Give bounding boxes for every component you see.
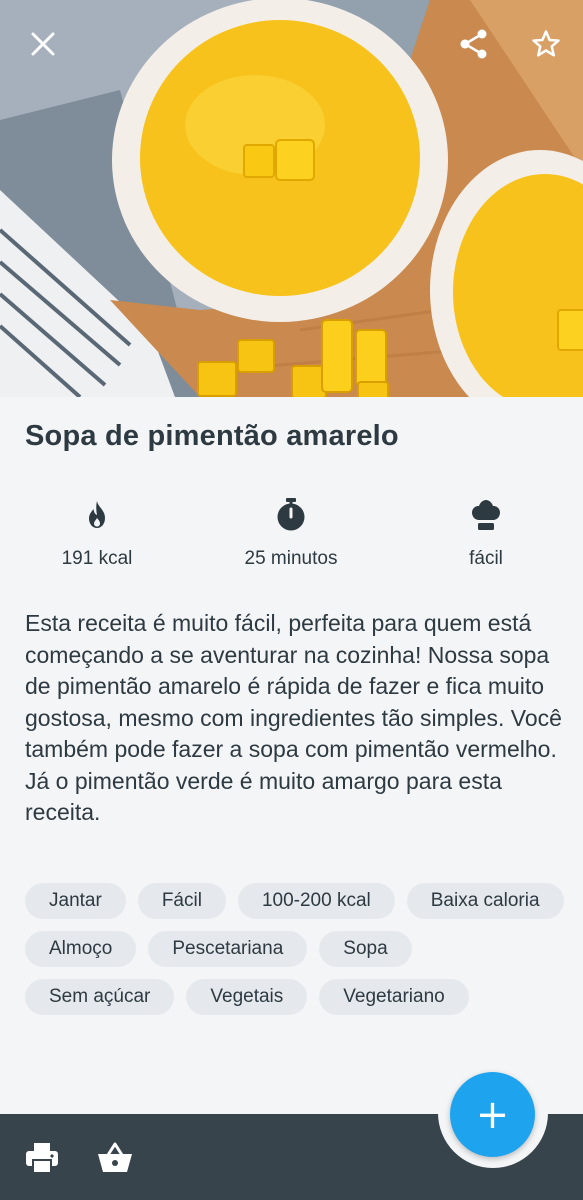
share-button[interactable] [452, 22, 496, 66]
plus-icon: + [475, 1091, 510, 1138]
close-button[interactable] [21, 22, 65, 66]
tag-chip[interactable]: Jantar [25, 883, 126, 919]
tag-chip[interactable]: Baixa caloria [406, 883, 564, 919]
calories-stat: 191 kcal [7, 496, 187, 570]
print-button[interactable] [20, 1136, 64, 1180]
favorite-button[interactable] [524, 22, 568, 66]
time-stat: 25 minutos [201, 496, 381, 570]
time-value: 25 minutos [244, 548, 338, 569]
difficulty-value: fácil [469, 548, 503, 569]
tag-chip[interactable]: Sem açúcar [25, 979, 175, 1015]
calories-value: 191 kcal [61, 548, 133, 569]
recipe-hero-image [0, 0, 583, 397]
add-fab-button[interactable]: + [450, 1072, 535, 1157]
star-icon [532, 30, 560, 57]
stopwatch-icon [277, 498, 305, 531]
tag-chip[interactable]: Fácil [137, 883, 226, 919]
close-icon [31, 32, 55, 56]
tag-chip[interactable]: Vegetais [186, 979, 308, 1015]
recipe-tags: Jantar Fácil 100-200 kcal Baixa caloria … [25, 883, 565, 1015]
difficulty-stat: fácil [396, 496, 576, 570]
recipe-stats: 191 kcal 25 minutos fácil [0, 496, 583, 576]
chef-hat-icon [472, 500, 500, 530]
recipe-title: Sopa de pimentão amarelo [25, 420, 399, 452]
tag-chip[interactable]: Pescetariana [148, 931, 308, 967]
tag-chip[interactable]: Sopa [319, 931, 412, 967]
tag-chip[interactable]: Almoço [25, 931, 137, 967]
tag-chip[interactable]: 100-200 kcal [237, 883, 395, 919]
share-icon [460, 29, 487, 59]
flame-icon [89, 501, 105, 528]
shopping-basket-button[interactable] [93, 1136, 137, 1180]
print-icon [26, 1143, 58, 1174]
recipe-description: Esta receita é muito fácil, perfeita par… [25, 610, 562, 825]
basket-icon [98, 1142, 132, 1172]
tag-chip[interactable]: Vegetariano [319, 979, 469, 1015]
